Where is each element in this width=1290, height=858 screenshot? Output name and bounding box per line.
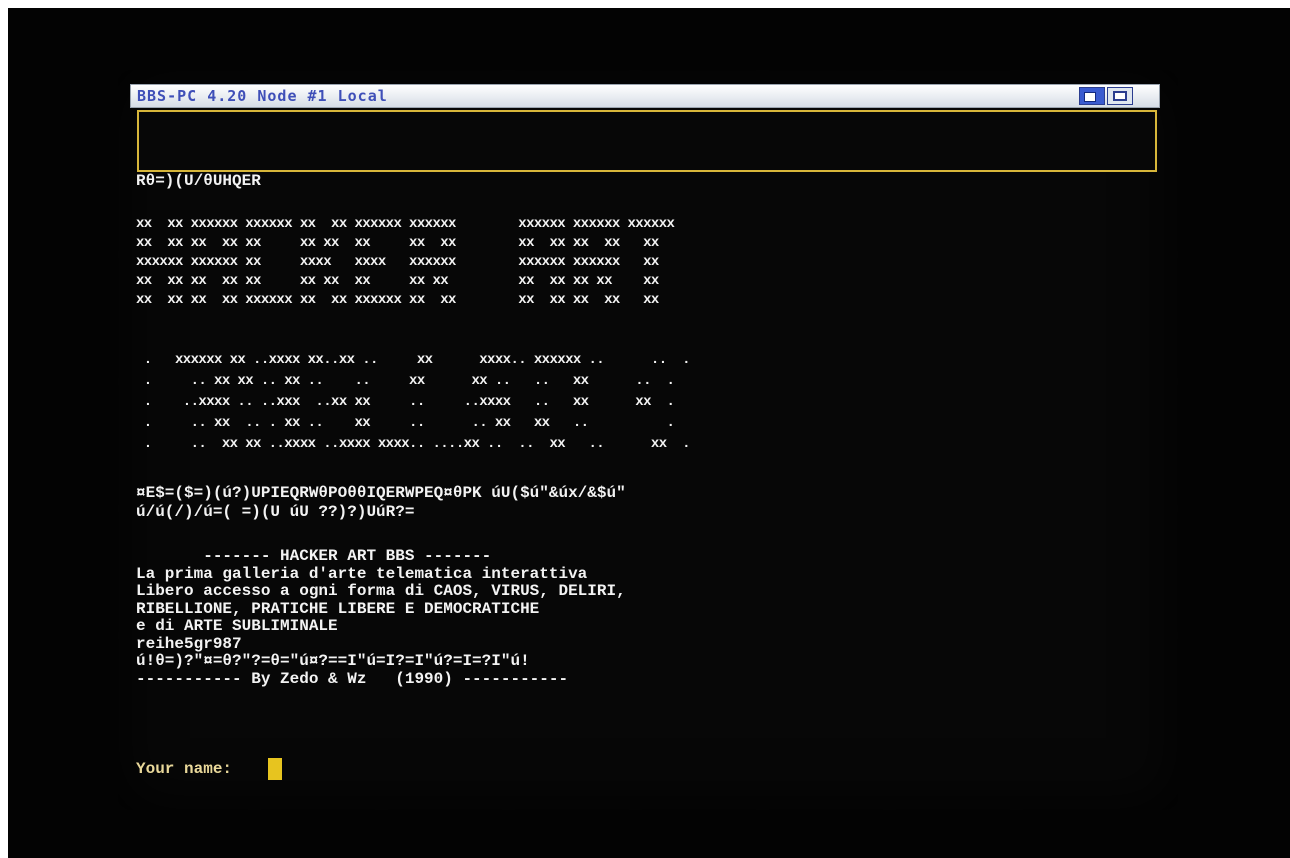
bbs-welcome-text: ------- HACKER ART BBS ------- La prima … bbox=[136, 547, 626, 688]
zoom-icon[interactable] bbox=[1107, 87, 1133, 105]
window-title: BBS-PC 4.20 Node #1 Local bbox=[137, 87, 388, 105]
terminal-noise-block: ¤E$=($=)(ú?)UPIEQRWθPOθθIQERWPEQ¤θPK úU(… bbox=[136, 484, 626, 521]
terminal-line-noise: Rθ=)(U/θUHQER bbox=[136, 172, 261, 190]
status-panel bbox=[137, 110, 1157, 172]
window-title-bar[interactable]: BBS-PC 4.20 Node #1 Local bbox=[130, 84, 1160, 108]
ascii-banner-subtitle: . xxxxxx xx ..xxxx xx..xx .. xx xxxx.. x… bbox=[143, 352, 691, 452]
name-prompt-label: Your name: bbox=[136, 760, 242, 778]
ascii-banner-hacker-art: xx xx xxxxxx xxxxxx xx xx xxxxxx xxxxxx … bbox=[136, 216, 675, 308]
depth-icon[interactable] bbox=[1079, 87, 1105, 105]
name-input-cursor[interactable] bbox=[268, 758, 282, 780]
